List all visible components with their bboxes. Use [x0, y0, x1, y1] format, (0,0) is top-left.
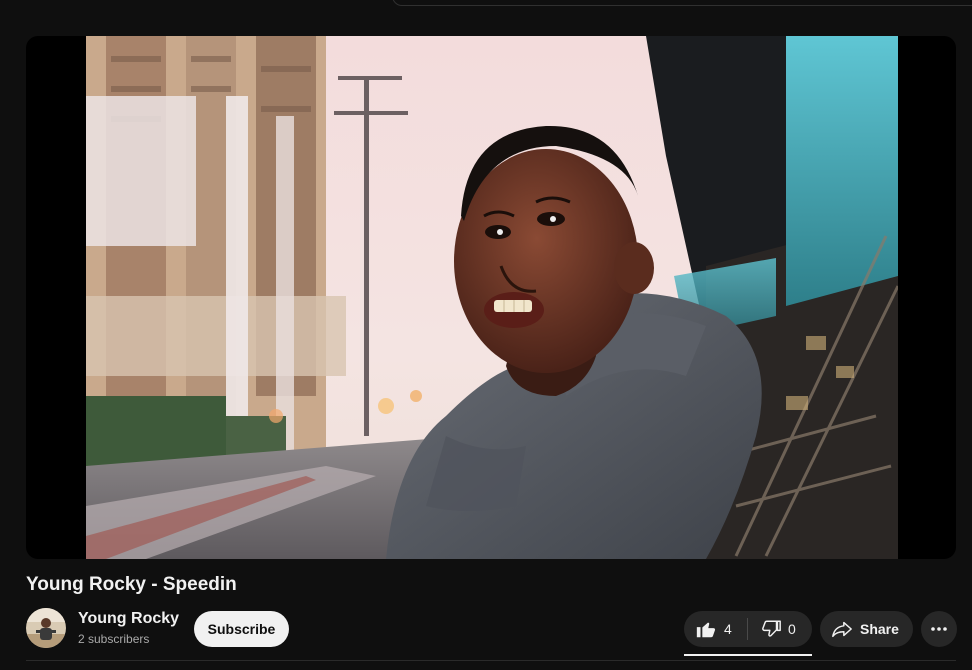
like-active-underline [684, 654, 812, 656]
video-frame[interactable] [86, 36, 898, 559]
video-thumbnail-image [86, 36, 898, 559]
dislike-count: 0 [788, 621, 796, 637]
channel-avatar[interactable] [26, 608, 66, 648]
thumb-down-icon [762, 620, 781, 637]
more-actions-button[interactable] [921, 611, 957, 647]
dislike-button[interactable]: 0 [748, 611, 812, 647]
watch-page: Young Rocky - Speedin Young Rocky 2 subs… [0, 0, 972, 670]
like-button[interactable]: 4 [684, 611, 747, 647]
search-bar-edge[interactable] [392, 0, 972, 6]
share-button[interactable]: Share [820, 611, 913, 647]
video-player[interactable] [26, 36, 956, 559]
more-horizontal-icon [931, 627, 947, 631]
like-count: 4 [724, 621, 732, 637]
video-title: Young Rocky - Speedin [26, 574, 237, 595]
subscriber-count: 2 subscribers [78, 632, 150, 646]
subscribe-button[interactable]: Subscribe [194, 611, 289, 647]
section-divider [26, 660, 956, 661]
channel-name[interactable]: Young Rocky [78, 610, 179, 628]
share-arrow-icon [832, 621, 852, 638]
share-label: Share [860, 621, 899, 637]
thumb-up-icon [696, 622, 716, 638]
like-dislike-group: 4 0 [684, 611, 812, 647]
avatar-image [26, 608, 66, 648]
